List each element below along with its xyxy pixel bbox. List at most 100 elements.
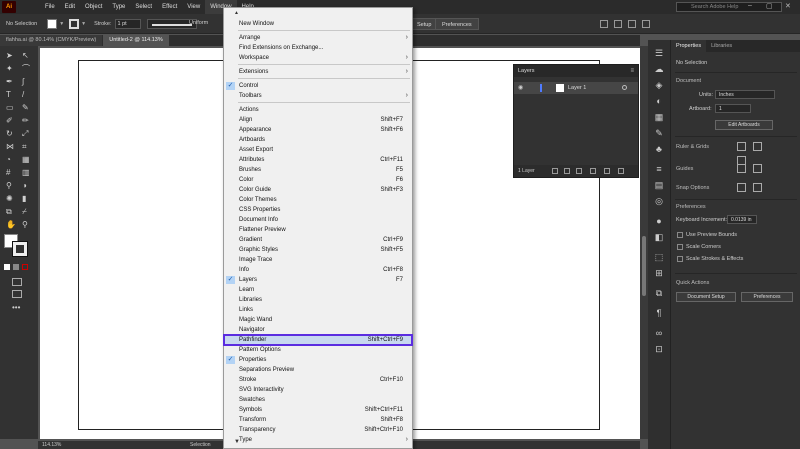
document-setup-button[interactable]: Document Setup — [676, 292, 736, 302]
selection-tool-icon[interactable]: ➤ — [6, 52, 14, 60]
graph-tool-icon[interactable]: ▮ — [22, 195, 30, 203]
align-icon[interactable] — [614, 20, 622, 28]
more-tools-icon[interactable]: ••• — [12, 303, 20, 312]
units-select[interactable]: Inches — [715, 90, 775, 99]
new-layer-icon[interactable] — [604, 168, 610, 174]
menu-item-graphic-styles[interactable]: Graphic Styles Shift+F5 — [224, 245, 412, 255]
menu-item-properties[interactable]: ✓ Properties — [224, 355, 412, 365]
preferences-button[interactable]: Preferences — [435, 18, 479, 30]
menu-item-magic-wand[interactable]: Magic Wand — [224, 315, 412, 325]
chevron-down-icon[interactable]: ▼ — [81, 21, 86, 27]
shape-builder-tool-icon[interactable]: ◔ — [6, 156, 14, 164]
scrollbar-thumb[interactable] — [642, 236, 646, 296]
menu-item-navigator[interactable]: Navigator — [224, 325, 412, 335]
menu-item-color-guide[interactable]: Color Guide Shift+F3 — [224, 185, 412, 195]
menu-file[interactable]: File — [40, 0, 60, 14]
snap-to-grid-icon[interactable] — [753, 183, 762, 192]
close-icon[interactable]: ✕ — [785, 2, 791, 10]
vertical-scrollbar[interactable] — [640, 46, 648, 439]
export-icon[interactable] — [552, 168, 558, 174]
libraries-panel-icon[interactable]: ☁ — [654, 64, 664, 74]
chevron-up-icon[interactable]: ▲ — [234, 10, 239, 16]
magic-wand-tool-icon[interactable]: ✦ — [6, 65, 14, 73]
minimize-icon[interactable]: – — [748, 2, 752, 9]
ruler-icon[interactable] — [737, 142, 746, 151]
menu-item-toolbars[interactable]: Toolbars › — [224, 91, 412, 101]
menu-object[interactable]: Object — [80, 0, 107, 14]
rotate-tool-icon[interactable]: ↻ — [6, 130, 14, 138]
scale-corners-label[interactable]: Scale Corners — [686, 244, 721, 250]
chevron-down-icon[interactable]: ▼ — [59, 21, 64, 27]
type-tool-icon[interactable]: T — [6, 91, 14, 99]
menu-item-pattern-options[interactable]: Pattern Options — [224, 345, 412, 355]
width-tool-icon[interactable]: ⋈ — [6, 143, 14, 151]
gradient-mode-icon[interactable] — [13, 264, 19, 270]
symbol-sprayer-tool-icon[interactable]: ✺ — [6, 195, 14, 203]
use-preview-bounds-label[interactable]: Use Preview Bounds — [686, 232, 737, 238]
transform-panel-icon[interactable]: ⬚ — [654, 252, 664, 262]
eyedropper-tool-icon[interactable]: ⚲ — [6, 182, 14, 190]
pathfinder-panel-icon[interactable]: ⧉ — [654, 288, 664, 298]
properties-panel-icon[interactable]: ☰ — [654, 48, 664, 58]
artboards-panel-icon[interactable]: ⊡ — [654, 344, 664, 354]
menu-view[interactable]: View — [182, 0, 205, 14]
zoom-tool-icon[interactable]: ⚲ — [22, 221, 30, 229]
clipping-mask-icon[interactable] — [576, 168, 582, 174]
tab-properties[interactable]: Properties — [671, 40, 707, 52]
menu-item-separations-preview[interactable]: Separations Preview — [224, 365, 412, 375]
use-preview-bounds-checkbox[interactable] — [677, 232, 683, 238]
lock-guides-icon[interactable] — [753, 164, 762, 173]
tab-libraries[interactable]: Libraries — [706, 40, 737, 52]
transparency-panel-icon[interactable]: ◎ — [654, 196, 664, 206]
color-mode-icon[interactable] — [4, 264, 10, 270]
panel-icon[interactable] — [642, 20, 650, 28]
appearance-panel-icon[interactable]: ● — [654, 216, 664, 226]
menu-item-svg-interactivity[interactable]: SVG Interactivity — [224, 385, 412, 395]
scale-strokes-label[interactable]: Scale Strokes & Effects — [686, 256, 743, 262]
menu-item-gradient[interactable]: Gradient Ctrl+F9 — [224, 235, 412, 245]
menu-item-swatches[interactable]: Swatches — [224, 395, 412, 405]
brushes-panel-icon[interactable]: ✎ — [654, 128, 664, 138]
keyboard-increment-input[interactable]: 0.0139 in — [727, 215, 757, 224]
menu-item-css-properties[interactable]: CSS Properties — [224, 205, 412, 215]
panel-menu-icon[interactable]: ≡ — [630, 68, 634, 74]
scale-tool-icon[interactable]: ⤢ — [22, 130, 30, 138]
menu-edit[interactable]: Edit — [60, 0, 80, 14]
grid-icon[interactable] — [753, 142, 762, 151]
menu-item-color[interactable]: Color F6 — [224, 175, 412, 185]
transform-icon[interactable] — [628, 20, 636, 28]
pencil-tool-icon[interactable]: ✏ — [22, 117, 30, 125]
menu-item-transparency[interactable]: Transparency Shift+Ctrl+F10 — [224, 425, 412, 435]
links-panel-icon[interactable]: ∞ — [654, 328, 664, 338]
paintbrush-tool-icon[interactable]: ✎ — [22, 104, 30, 112]
menu-item-actions[interactable]: Actions — [224, 105, 412, 115]
layers-panel-title[interactable]: Layers — [514, 65, 638, 77]
layer-target-icon[interactable] — [622, 85, 627, 90]
new-sublayer-icon[interactable] — [590, 168, 596, 174]
tab-document-1[interactable]: flahha.ai @ 80.14% (CMYK/Preview) — [0, 35, 103, 46]
menu-effect[interactable]: Effect — [157, 0, 182, 14]
menu-item-libraries[interactable]: Libraries — [224, 295, 412, 305]
rectangle-tool-icon[interactable]: ▭ — [6, 104, 14, 112]
menu-item-find-extensions-on-exchange[interactable]: Find Extensions on Exchange... — [224, 43, 412, 53]
menu-item-image-trace[interactable]: Image Trace — [224, 255, 412, 265]
menu-item-learn[interactable]: Learn — [224, 285, 412, 295]
none-mode-icon[interactable] — [22, 264, 28, 270]
type-panel-icon[interactable]: ¶ — [654, 308, 664, 318]
menu-item-color-themes[interactable]: Color Themes — [224, 195, 412, 205]
stroke-label[interactable]: Stroke: — [94, 21, 111, 27]
align-panel-icon[interactable]: ⊞ — [654, 268, 664, 278]
menu-item-flattener-preview[interactable]: Flattener Preview — [224, 225, 412, 235]
menu-item-attributes[interactable]: Attributes Ctrl+F11 — [224, 155, 412, 165]
blend-tool-icon[interactable]: ◑ — [22, 182, 30, 190]
artboard-select[interactable]: 1 — [715, 104, 751, 113]
menu-item-asset-export[interactable]: Asset Export — [224, 145, 412, 155]
curvature-tool-icon[interactable]: ∫ — [22, 78, 30, 86]
perspective-grid-tool-icon[interactable]: ▦ — [22, 156, 30, 164]
mesh-tool-icon[interactable]: # — [6, 169, 14, 177]
stroke-panel-icon[interactable]: ≡ — [654, 164, 664, 174]
stroke-weight-input[interactable]: 1 pt — [114, 18, 141, 29]
hand-tool-icon[interactable]: ✋ — [6, 221, 16, 229]
line-tool-icon[interactable]: / — [22, 91, 30, 99]
draw-mode-icon[interactable] — [12, 278, 22, 286]
